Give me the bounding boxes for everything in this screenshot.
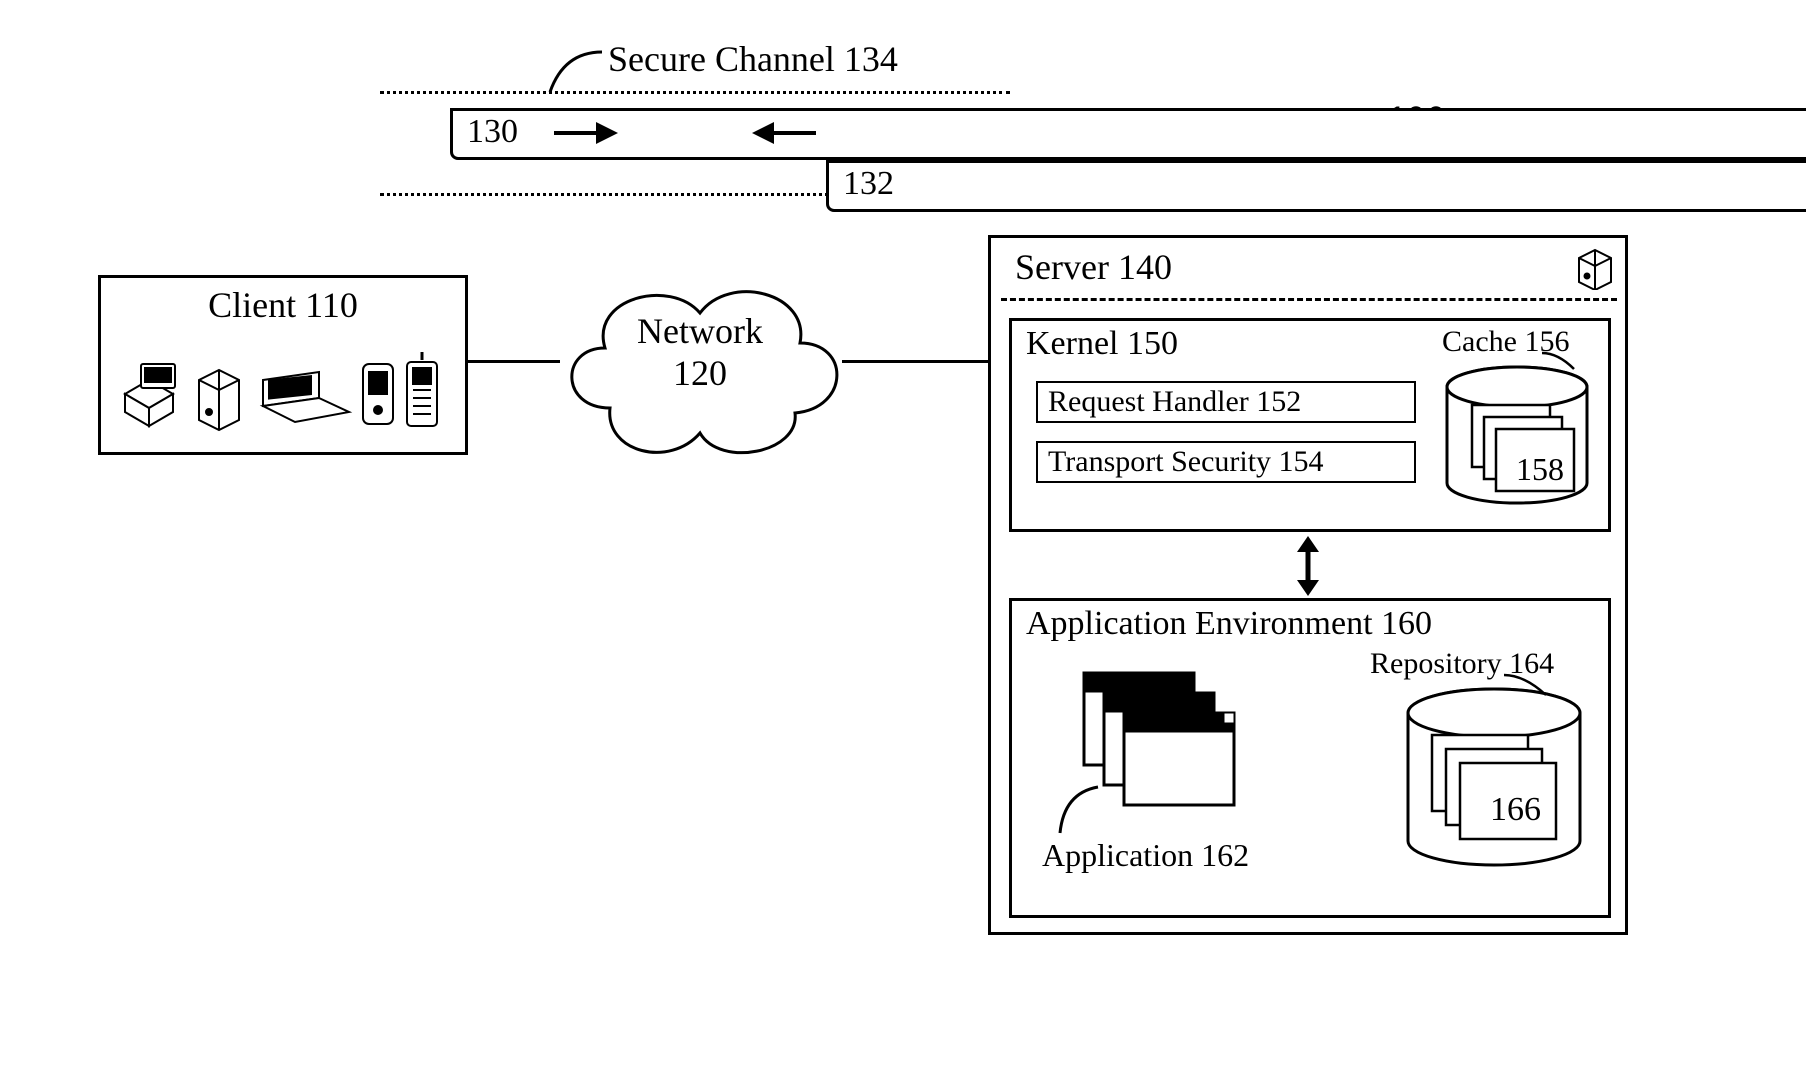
request-handler-box: Request Handler 152 [1036,381,1416,423]
client-box: Client 110 [98,275,468,455]
connector-client-network [468,360,560,363]
server-box: Server 140 Kernel 150 Request Handler 15… [988,235,1628,935]
arrow-left-icon [750,116,820,150]
arrow-vertical-double-icon [1293,534,1323,598]
repository-item-label: 166 [1490,791,1541,829]
connector-network-server [842,360,988,363]
cache-callout-icon [1540,351,1580,373]
server-label: Server 140 [1015,246,1172,288]
server-icon [1575,246,1615,290]
network-label-top: Network [600,310,800,352]
cache-item-label: 158 [1516,451,1564,488]
app-env-label: Application Environment 160 [1026,605,1432,643]
network-label-bottom: 120 [600,352,800,394]
secure-channel-pointer-icon [544,48,604,100]
arrow-right-icon [550,116,620,150]
message-130: 130 [450,108,1806,160]
repository-callout-icon [1502,673,1552,699]
message-132: 132 [826,160,1806,212]
server-divider [1001,298,1617,301]
secure-channel-label: Secure Channel 134 [608,38,898,80]
client-label: Client 110 [101,284,465,326]
transport-security-box: Transport Security 154 [1036,441,1416,483]
kernel-box: Kernel 150 Request Handler 152 Transport… [1009,318,1611,532]
app-env-box: Application Environment 160 Application … [1009,598,1611,918]
kernel-label: Kernel 150 [1026,325,1178,363]
diagram-root: { "figure_ref": "100", "secure_channel":… [0,0,1806,1065]
secure-channel-top-edge [380,91,1010,94]
application-callout-icon [1054,783,1104,839]
application-label: Application 162 [1042,837,1249,874]
client-devices-icon [119,350,453,438]
